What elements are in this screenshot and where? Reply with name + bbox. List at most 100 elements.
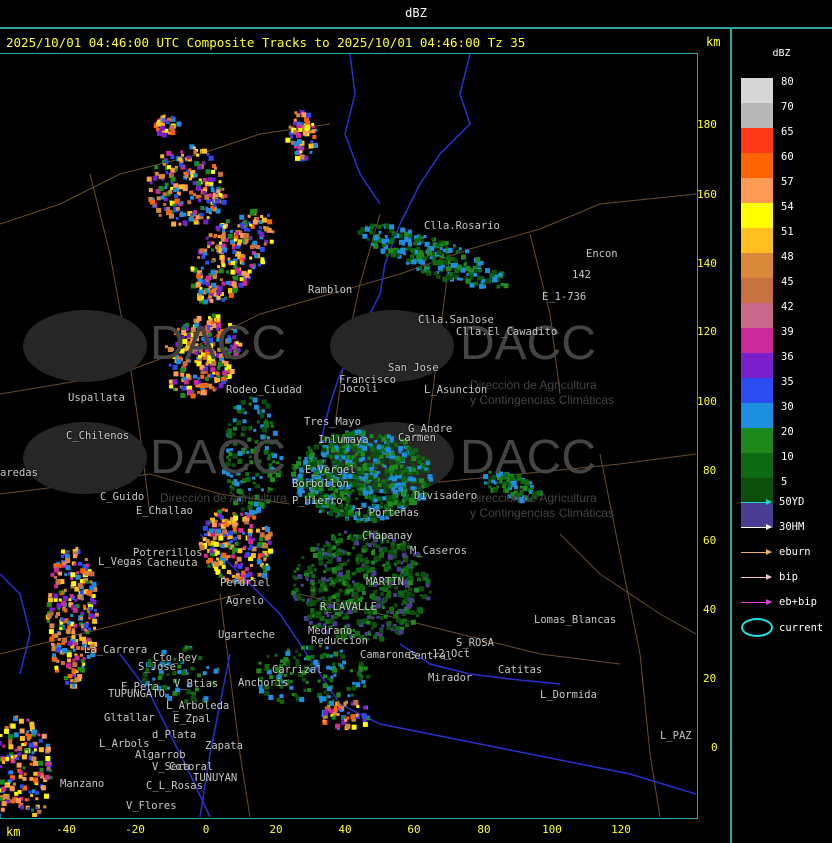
echo-pixel (270, 240, 274, 244)
echo-pixel (2, 801, 7, 806)
echo-pixel (397, 482, 401, 486)
echo-pixel (180, 150, 183, 153)
echo-pixel (414, 588, 419, 593)
colorbar-label: 42 (781, 301, 794, 313)
echo-pixel (368, 457, 371, 460)
echo-pixel (64, 589, 67, 592)
echo-pixel (376, 545, 380, 549)
echo-pixel (270, 421, 273, 424)
echo-pixel (298, 564, 301, 567)
watermark-line1: Dirección de Agricultura (160, 491, 287, 505)
echo-pixel (206, 539, 210, 543)
echo-pixel (293, 656, 296, 659)
echo-pixel (345, 518, 348, 521)
echo-pixel (185, 645, 189, 649)
colorbar-swatch (741, 253, 773, 278)
echo-pixel (214, 562, 219, 567)
echo-pixel (280, 660, 283, 663)
track-legend-label: 50YD (779, 496, 804, 508)
echo-pixel (41, 772, 44, 775)
echo-pixel (71, 581, 76, 586)
echo-pixel (378, 434, 382, 438)
y-tick-label: 0 (711, 741, 718, 754)
echo-pixel (209, 156, 214, 161)
echo-pixel (411, 456, 416, 461)
echo-pixel (388, 248, 393, 253)
echo-pixel (389, 459, 394, 464)
echo-pixel (233, 276, 238, 281)
echo-pixel (39, 747, 44, 752)
echo-pixel (88, 628, 91, 631)
echo-pixel (257, 420, 260, 423)
echo-pixel (228, 555, 231, 558)
echo-pixel (364, 666, 368, 670)
echo-pixel (391, 488, 395, 492)
echo-pixel (290, 136, 293, 139)
echo-pixel (379, 455, 383, 459)
radar-map[interactable]: DACC DACC DACC DACC Dirección de Agricul… (0, 54, 696, 817)
echo-pixel (67, 658, 71, 662)
echo-pixel (58, 638, 61, 641)
echo-pixel (318, 551, 322, 555)
echo-pixel (59, 627, 62, 630)
echo-pixel (406, 262, 409, 265)
echo-pixel (212, 522, 217, 527)
echo-pixel (351, 694, 354, 697)
echo-pixel (402, 248, 405, 251)
place-label: Agrelo (226, 595, 264, 607)
echo-pixel (383, 547, 388, 552)
echo-pixel (347, 712, 350, 715)
echo-pixel (398, 487, 403, 492)
echo-pixel (358, 491, 363, 496)
echo-pixel (208, 296, 211, 299)
echo-pixel (80, 617, 83, 620)
echo-pixel (411, 620, 416, 625)
colorbar-swatch (741, 103, 773, 128)
place-label: Ramblon (308, 284, 352, 296)
echo-pixel (304, 156, 308, 160)
echo-pixel (300, 155, 305, 160)
echo-pixel (497, 285, 501, 289)
echo-pixel (259, 226, 262, 229)
x-tick-label: 0 (203, 823, 210, 836)
echo-pixel (409, 452, 413, 456)
echo-pixel (211, 188, 215, 192)
echo-pixel (227, 521, 231, 525)
echo-pixel (236, 405, 241, 410)
echo-pixel (35, 806, 38, 809)
echo-pixel (388, 477, 391, 480)
place-label: Lomas_Blancas (534, 614, 616, 626)
echo-pixel (350, 589, 353, 592)
echo-pixel (267, 214, 270, 217)
place-label: Clla.SanJose (418, 314, 494, 326)
echo-pixel (76, 646, 80, 650)
echo-pixel (334, 705, 337, 708)
echo-pixel (377, 601, 380, 604)
x-tick-label: 80 (477, 823, 490, 836)
echo-pixel (371, 616, 374, 619)
echo-pixel (230, 517, 233, 520)
echo-pixel (359, 458, 363, 462)
echo-pixel (331, 536, 336, 541)
echo-pixel (427, 470, 430, 473)
colorbar-label: 39 (781, 326, 794, 338)
echo-pixel (426, 461, 430, 465)
place-label: S_Jose (138, 661, 176, 673)
echo-pixel (334, 708, 338, 712)
echo-pixel (187, 156, 191, 160)
echo-pixel (192, 692, 196, 696)
echo-pixel (33, 778, 38, 783)
echo-pixel (245, 233, 249, 237)
title-divider (0, 27, 832, 29)
echo-pixel (173, 183, 178, 188)
echo-pixel (76, 571, 79, 574)
echo-pixel (501, 283, 504, 286)
place-label: Mirador (428, 672, 472, 684)
echo-pixel (207, 245, 210, 248)
echo-pixel (262, 565, 266, 569)
echo-pixel (326, 541, 329, 544)
echo-pixel (413, 242, 417, 246)
echo-pixel (190, 196, 194, 200)
echo-pixel (62, 607, 66, 611)
echo-pixel (361, 586, 365, 590)
